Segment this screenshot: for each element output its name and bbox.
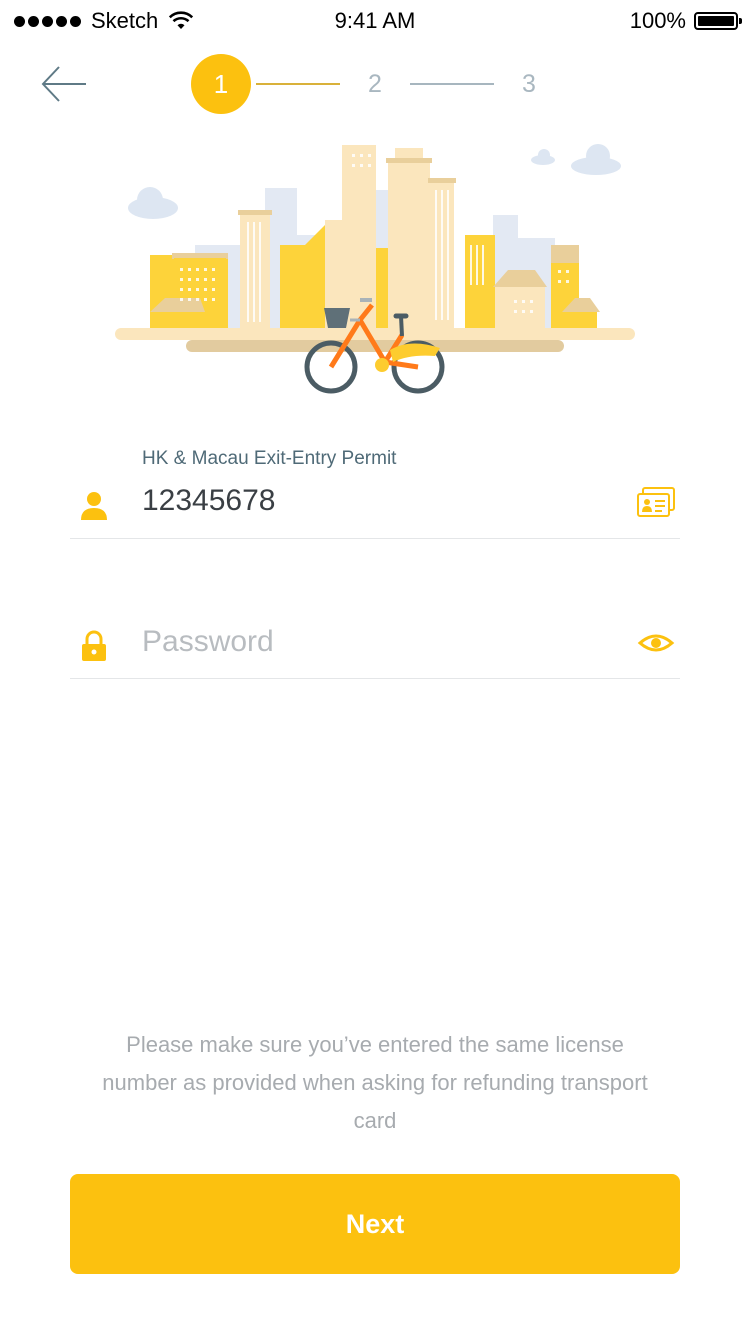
permit-number-value[interactable]: 12345678 bbox=[142, 484, 275, 518]
step-connector-2 bbox=[410, 83, 494, 85]
user-icon bbox=[81, 492, 107, 520]
permit-field-label: HK & Macau Exit-Entry Permit bbox=[142, 448, 397, 469]
hint-note: Please make sure you’ve entered the same… bbox=[102, 1032, 648, 1133]
battery-icon bbox=[694, 12, 742, 30]
lock-icon bbox=[82, 630, 106, 661]
arrow-left-icon bbox=[41, 66, 86, 102]
password-field[interactable] bbox=[70, 608, 680, 679]
step-connector-1 bbox=[256, 83, 340, 85]
password-input[interactable] bbox=[142, 620, 592, 664]
step-3-indicator: 3 bbox=[522, 70, 536, 98]
battery-status: 100% bbox=[629, 8, 742, 34]
permit-field[interactable]: 12345678 bbox=[70, 468, 680, 539]
id-card-icon[interactable] bbox=[636, 486, 676, 520]
eye-icon[interactable] bbox=[636, 626, 676, 660]
battery-percent: 100% bbox=[629, 8, 686, 33]
next-button[interactable]: Next bbox=[70, 1174, 680, 1274]
status-bar: Sketch 9:41 AM 100% bbox=[0, 0, 750, 40]
back-button[interactable] bbox=[40, 64, 90, 104]
city-bicycle-illustration bbox=[115, 144, 635, 394]
step-2-indicator: 2 bbox=[368, 70, 382, 98]
step-1-indicator: 1 bbox=[191, 54, 251, 114]
